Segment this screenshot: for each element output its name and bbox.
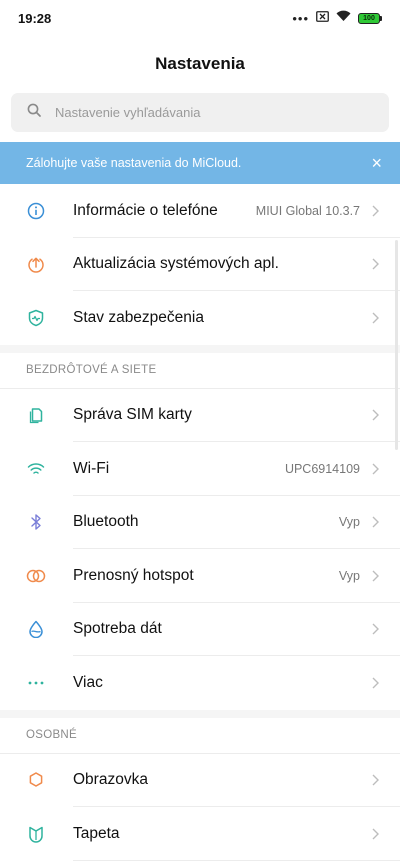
- settings-item-wifi[interactable]: Wi-Fi UPC6914109: [0, 442, 400, 496]
- settings-item-more[interactable]: Viac: [0, 656, 400, 710]
- section-header-personal: OSOBNÉ: [0, 718, 400, 754]
- item-label: Obrazovka: [73, 771, 148, 789]
- bluetooth-icon: [25, 511, 47, 533]
- sim-card-icon: [25, 404, 47, 426]
- item-label: Wi-Fi: [73, 459, 110, 477]
- chevron-right-icon: [372, 516, 380, 528]
- status-bar: 19:28 ••• 100: [0, 0, 400, 36]
- item-value: MIUI Global 10.3.7: [255, 203, 360, 218]
- item-label: Viac: [73, 673, 103, 691]
- section-divider: [0, 344, 400, 353]
- settings-item-bluetooth[interactable]: Bluetooth Vyp: [0, 496, 400, 550]
- chevron-right-icon: [372, 623, 380, 635]
- personal-settings-list: Obrazovka Tapeta: [0, 754, 400, 861]
- item-label: Prenosný hotspot: [73, 566, 194, 584]
- search-placeholder: Nastavenie vyhľadávania: [55, 105, 201, 120]
- search-icon: [27, 103, 41, 122]
- wifi-icon: [25, 458, 47, 480]
- chevron-right-icon: [372, 463, 380, 475]
- banner-text: Zálohujte vaše nastavenia do MiCloud.: [26, 156, 242, 170]
- chevron-right-icon: [372, 570, 380, 582]
- item-label: Spotreba dát: [73, 620, 162, 638]
- section-divider: [0, 709, 400, 718]
- chevron-right-icon: [372, 409, 380, 421]
- micloud-backup-banner[interactable]: Zálohujte vaše nastavenia do MiCloud. ×: [0, 142, 400, 184]
- wireless-settings-list: Správa SIM karty Wi-Fi UPC6914109 Blueto…: [0, 389, 400, 710]
- close-icon[interactable]: ×: [371, 154, 382, 172]
- item-value: UPC6914109: [284, 461, 360, 476]
- wallpaper-icon: [25, 823, 47, 845]
- settings-item-security-status[interactable]: Stav zabezpečenia: [0, 291, 400, 345]
- settings-item-hotspot[interactable]: Prenosný hotspot Vyp: [0, 549, 400, 603]
- more-dots-icon: [25, 672, 47, 694]
- battery-icon: 100: [358, 12, 382, 24]
- scrollbar[interactable]: [395, 240, 398, 450]
- settings-item-system-apps-update[interactable]: Aktualizácia systémových apl.: [0, 238, 400, 292]
- chevron-right-icon: [372, 677, 380, 689]
- item-value: Vyp: [338, 568, 360, 583]
- shield-icon: [25, 307, 47, 329]
- chevron-right-icon: [372, 312, 380, 324]
- hotspot-icon: [25, 565, 47, 587]
- item-label: Správa SIM karty: [73, 406, 192, 424]
- item-value: Vyp: [338, 515, 360, 530]
- item-label: Informácie o telefóne: [73, 201, 218, 219]
- chevron-right-icon: [372, 258, 380, 270]
- chevron-right-icon: [372, 828, 380, 840]
- status-icons: ••• 100: [292, 9, 382, 27]
- more-notifications-icon: •••: [292, 10, 309, 26]
- item-label: Bluetooth: [73, 513, 139, 531]
- chevron-right-icon: [372, 774, 380, 786]
- wifi-status-icon: [336, 9, 351, 27]
- display-icon: [25, 769, 47, 791]
- sim-disabled-icon: [316, 9, 329, 27]
- page-title: Nastavenia: [155, 54, 245, 73]
- status-time: 19:28: [18, 10, 52, 26]
- update-arrow-icon: [25, 253, 47, 275]
- item-label: Tapeta: [73, 824, 120, 842]
- item-label: Stav zabezpečenia: [73, 308, 204, 326]
- settings-item-data-usage[interactable]: Spotreba dát: [0, 603, 400, 657]
- data-drop-icon: [25, 618, 47, 640]
- info-icon: [25, 200, 47, 222]
- item-label: Aktualizácia systémových apl.: [73, 255, 279, 273]
- settings-item-wallpaper[interactable]: Tapeta: [0, 807, 400, 861]
- settings-item-about-phone[interactable]: Informácie o telefóne MIUI Global 10.3.7: [0, 184, 400, 238]
- section-header-wireless: BEZDRÔTOVÉ A SIETE: [0, 353, 400, 389]
- search-input[interactable]: Nastavenie vyhľadávania: [11, 93, 389, 132]
- battery-level: 100: [358, 12, 380, 24]
- chevron-right-icon: [372, 205, 380, 217]
- settings-item-display[interactable]: Obrazovka: [0, 754, 400, 808]
- settings-item-sim-cards[interactable]: Správa SIM karty: [0, 389, 400, 443]
- top-settings-list: Informácie o telefóne MIUI Global 10.3.7…: [0, 184, 400, 345]
